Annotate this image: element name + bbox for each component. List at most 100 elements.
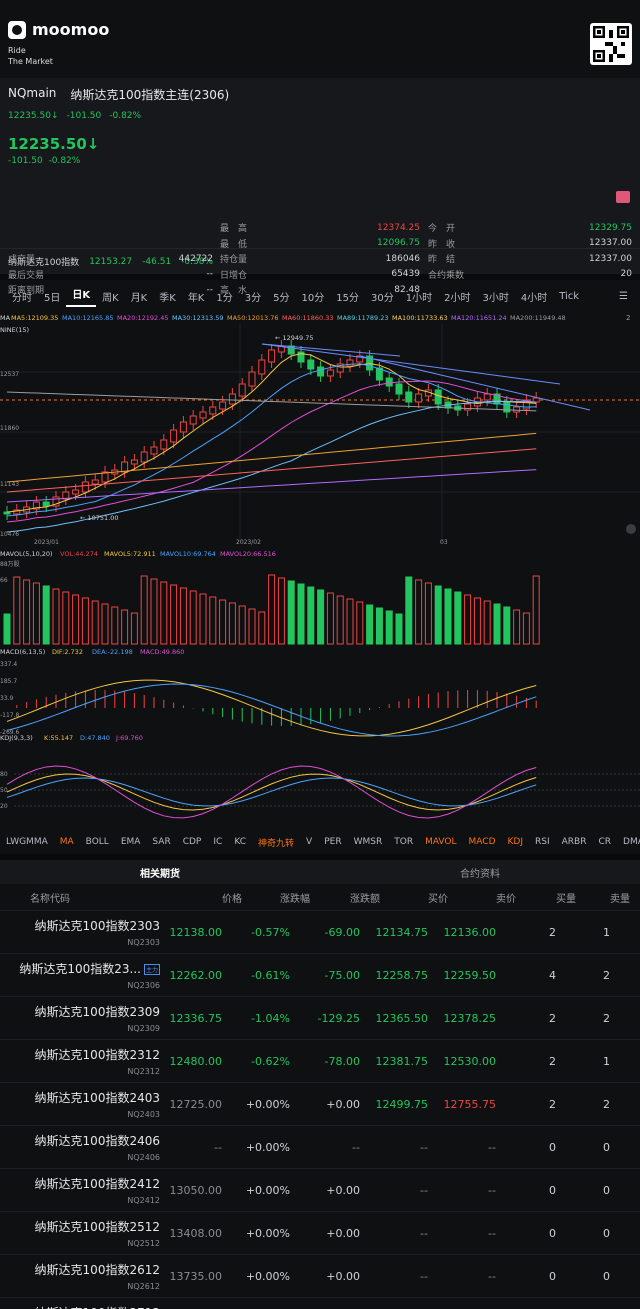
ma-legend: MA30:12313.59 [172,314,224,322]
col-header[interactable]: 涨跌额 [310,890,380,905]
price-cell: -- [214,1140,222,1154]
candle [179,421,187,433]
volume-bar [513,609,521,645]
ask-cell: 12259.50 [443,968,497,982]
indicator-CR[interactable]: CR [592,837,617,847]
indicator-神奇九转[interactable]: 神奇九转 [252,836,300,849]
ma-legend: MA200:11949.48 [510,314,566,322]
candle [395,383,403,395]
indicator-SAR[interactable]: SAR [146,837,176,847]
volume-bar [189,590,197,645]
date-tick: 03 [440,539,448,546]
volume-bar [238,605,246,645]
indicator-RSI[interactable]: RSI [529,837,556,847]
vol-legend: MAVOL10:69.764 [160,550,216,558]
indicator-CDP[interactable]: CDP [177,837,208,847]
indicator-ARBR[interactable]: ARBR [556,837,593,847]
indicator-LWGMMA[interactable]: LWGMMA [0,837,54,847]
indicator-IC[interactable]: IC [207,837,228,847]
indicator-KDJ[interactable]: KDJ [502,837,530,847]
kline-chart[interactable]: MA MA5:12109.35 MA10:12165.85 MA20:12192.45… [0,312,640,830]
kdj-tick: 20 [0,803,8,810]
contract-code: NQ2512 [127,1239,160,1248]
stat-value: -- [206,284,214,295]
tab-contract-info[interactable]: 合约资料 [320,860,640,884]
indicator-V[interactable]: V [300,837,318,847]
stat-value: 12329.75 [589,222,632,233]
col-header[interactable]: 涨跌幅 [242,890,310,905]
col-header[interactable]: 名称代码 [30,890,180,905]
indicator-WMSR[interactable]: WMSR [348,837,389,847]
indicator-DMA[interactable]: DMA [617,837,640,847]
volume-bar [140,575,148,645]
contract-cell: 纳斯达克100指数2412 NQ2412 [10,1175,160,1205]
contract-code: NQ2306 [127,981,160,990]
table-row[interactable]: 纳斯达克100指数2309 NQ2309 12336.75 -1.04% -129.25… [0,996,640,1039]
ma-legend: MA100:11733.63 [392,314,448,322]
candle [405,391,413,403]
volume-bar [346,598,354,645]
table-row[interactable]: 纳斯达克100指数2303 NQ2303 12138.00 -0.57% -69.00 1… [0,910,640,953]
candle [150,446,158,455]
volume-bar [32,582,40,645]
candle [81,481,89,493]
macd-tick: 185.7 [0,678,17,685]
candle [189,415,197,425]
volume-bar [287,580,295,645]
symbol-code: NQmain [8,86,57,100]
bid-volume-cell: 2 [549,1097,556,1111]
chart-page-number[interactable]: 2 [626,314,630,322]
stat-label: 高 水 [220,286,248,297]
table-row[interactable]: 纳斯达克100指数23... 主力 NQ2306 12262.00 -0.61% -75.… [0,953,640,996]
col-header[interactable]: 买量 [516,890,576,905]
stat-value: 186046 [385,253,420,264]
kline-chart-svg[interactable]: MA MA5:12109.35 MA10:12165.85 MA20:12192.45… [0,312,640,830]
volume-bar [42,585,50,645]
volume-bar [72,594,80,645]
chart-settings-icon[interactable] [626,524,636,534]
qr-code-icon[interactable] [590,23,632,65]
indicator-BOLL[interactable]: BOLL [80,837,115,847]
candle [483,393,491,401]
col-header[interactable]: 卖价 [448,890,516,905]
contract-name: 纳斯达克100指数2303 [34,919,160,933]
kdj-tick: 50 [0,787,8,794]
indicator-PER[interactable]: PER [318,837,347,847]
price-cell: 12138.00 [169,925,223,939]
col-header[interactable]: 卖量 [576,890,630,905]
table-row[interactable]: 纳斯达克100指数2312 NQ2312 12480.00 -0.62% -78.00 1… [0,1039,640,1082]
indicator-MACD[interactable]: MACD [463,837,502,847]
table-row[interactable]: 纳斯达克100指数2612 NQ2612 13735.00 +0.00% +0.00 --… [0,1254,640,1297]
contract-name: 纳斯达克100指数2712 [10,1304,160,1309]
low-label: ← 10751.00 [80,514,119,522]
indicator-KC[interactable]: KC [228,837,252,847]
candle [238,383,246,397]
stat-value: 12096.75 [377,238,420,249]
indicator-TOR[interactable]: TOR [388,837,419,847]
volume-bar [356,601,364,645]
table-row[interactable]: 纳斯达克100指数2403 NQ2403 12725.00 +0.00% +0.00 12… [0,1082,640,1125]
ask-volume-cell: 1 [603,1054,610,1068]
change-cell: +0.00 [326,1183,360,1197]
change-cell: +0.00 [326,1269,360,1283]
ask-volume-cell: 2 [603,1011,610,1025]
volume-bar [473,597,481,645]
col-header[interactable]: 买价 [380,890,448,905]
candle [513,406,521,413]
table-row[interactable]: 纳斯达克100指数2712NQ271214074.00+0.00%+0.00--… [0,1297,640,1309]
y-tick: 10476 [0,531,19,538]
candle [209,406,217,415]
date-tick: 2023/01 [34,539,59,546]
watchlist-heart-icon[interactable] [616,191,630,203]
table-row[interactable]: 纳斯达克100指数2406 NQ2406 -- +0.00% -- -- -- 0 0 [0,1125,640,1168]
table-row[interactable]: 纳斯达克100指数2412 NQ2412 13050.00 +0.00% +0.00 --… [0,1168,640,1211]
pct-cell: -0.57% [251,925,290,939]
table-row[interactable]: 纳斯达克100指数2512 NQ2512 13408.00 +0.00% +0.00 --… [0,1211,640,1254]
col-header[interactable]: 价格 [180,890,242,905]
indicator-MAVOL[interactable]: MAVOL [419,837,462,847]
ma-legend: MA20:12192.45 [117,314,169,322]
indicator-MA[interactable]: MA [54,837,80,847]
indicator-EMA[interactable]: EMA [115,837,147,847]
price-cell: 12262.00 [169,968,223,982]
tab-related-futures[interactable]: 相关期货 [0,860,320,884]
